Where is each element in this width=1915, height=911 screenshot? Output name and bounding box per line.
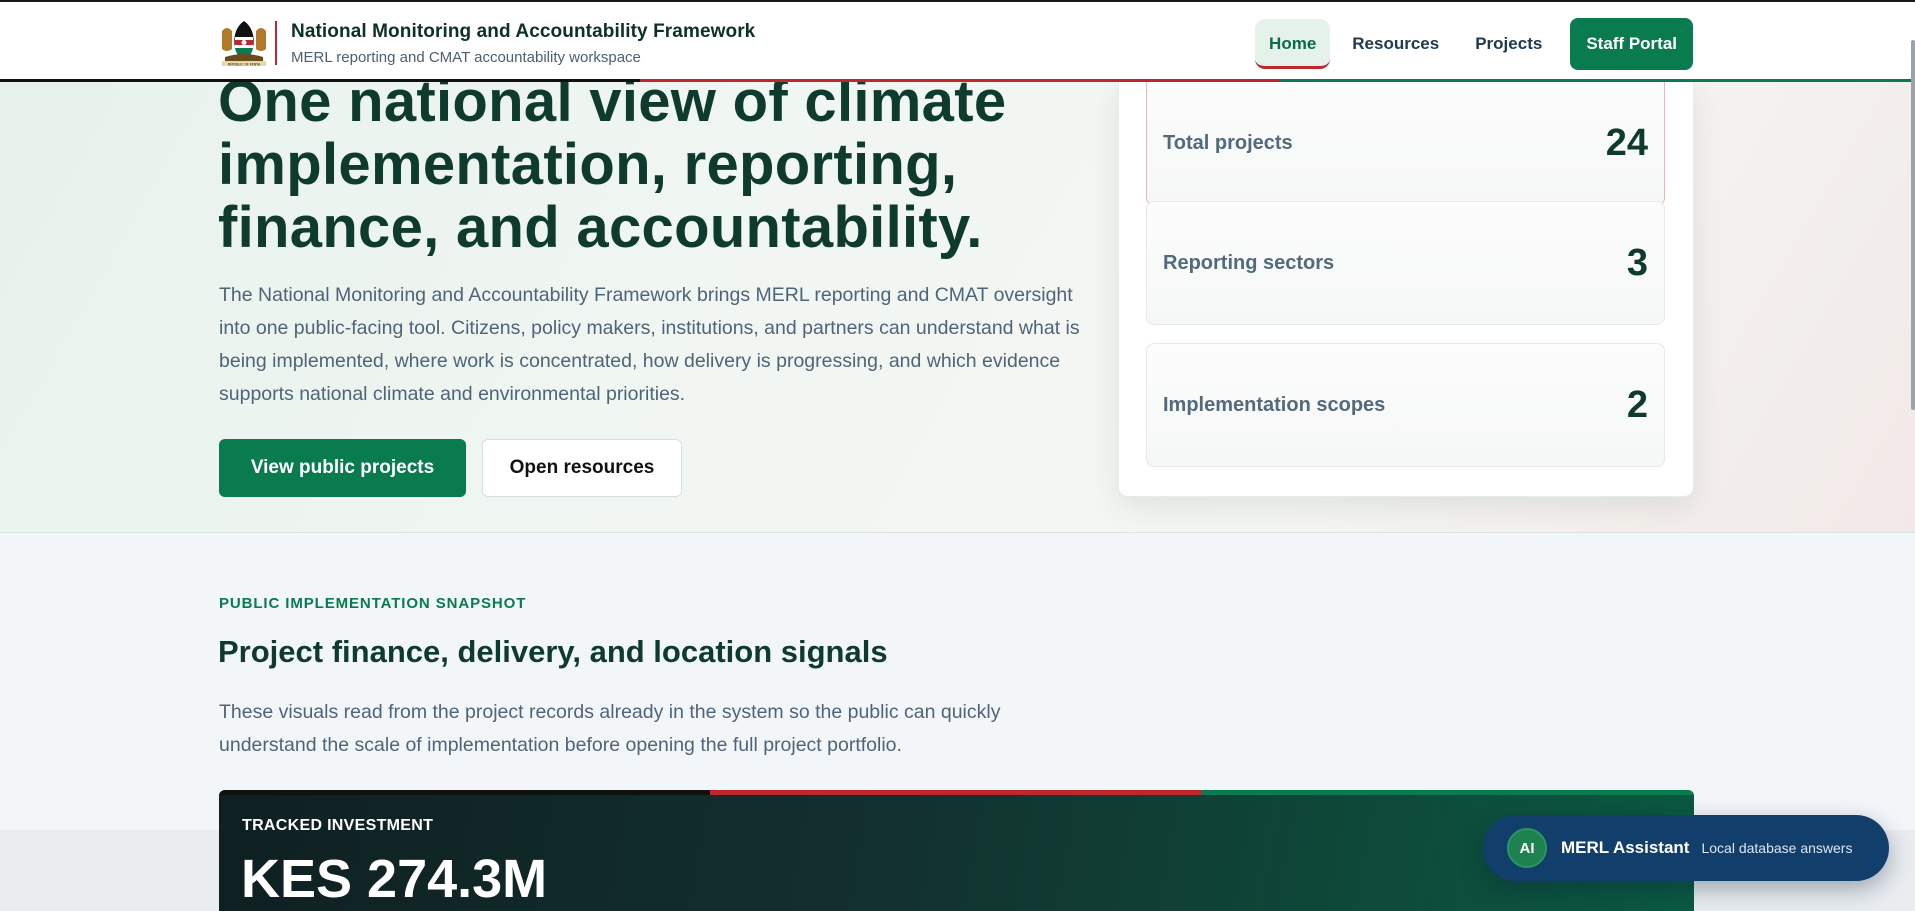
card-flag-stripe bbox=[219, 790, 1694, 795]
open-resources-button[interactable]: Open resources bbox=[482, 439, 682, 497]
svg-text:REPUBLIC OF KENYA: REPUBLIC OF KENYA bbox=[228, 62, 261, 66]
kenya-coat-of-arms-icon: REPUBLIC OF KENYA bbox=[219, 17, 269, 69]
nav-projects[interactable]: Projects bbox=[1461, 19, 1556, 69]
nav-resources[interactable]: Resources bbox=[1338, 19, 1453, 69]
site-subtitle: MERL reporting and CMAT accountability w… bbox=[291, 48, 641, 66]
assistant-avatar: AI bbox=[1507, 828, 1547, 868]
hero-title: One national view of climate implementat… bbox=[218, 69, 1007, 260]
stat-value: 3 bbox=[1626, 241, 1648, 284]
tracked-investment-card: TRACKED INVESTMENT KES 274.3M bbox=[219, 790, 1694, 911]
main-nav: Home Resources Projects Staff Portal bbox=[1255, 18, 1693, 70]
investment-label: TRACKED INVESTMENT bbox=[242, 817, 434, 834]
stat-value: 2 bbox=[1626, 383, 1648, 426]
view-public-projects-button[interactable]: View public projects bbox=[219, 439, 466, 497]
site-title: National Monitoring and Accountability F… bbox=[291, 20, 756, 42]
stat-label: Total projects bbox=[1163, 132, 1293, 154]
stats-panel: Total projects 24 Reporting sectors 3 Im… bbox=[1118, 82, 1694, 497]
stat-label: Reporting sectors bbox=[1163, 251, 1335, 274]
brand-text: National Monitoring and Accountability F… bbox=[291, 21, 755, 66]
snapshot-eyebrow: PUBLIC IMPLEMENTATION SNAPSHOT bbox=[219, 595, 527, 612]
staff-portal-button[interactable]: Staff Portal bbox=[1570, 18, 1693, 70]
merl-assistant-button[interactable]: AI MERL Assistant Local database answers bbox=[1483, 815, 1889, 881]
brand[interactable]: REPUBLIC OF KENYA National Monitoring an… bbox=[219, 17, 755, 69]
page-scrollbar[interactable] bbox=[1911, 40, 1915, 410]
stat-reporting-sectors: Reporting sectors 3 bbox=[1146, 201, 1665, 325]
header-flag-stripe bbox=[0, 79, 1915, 82]
assistant-name: MERL Assistant bbox=[1561, 838, 1690, 857]
stat-total-projects: Total projects 24 bbox=[1146, 82, 1665, 206]
stat-value: 24 bbox=[1605, 122, 1648, 164]
hero-description: The National Monitoring and Accountabili… bbox=[219, 284, 1080, 405]
assistant-subtitle: Local database answers bbox=[1701, 840, 1853, 856]
nav-home[interactable]: Home bbox=[1255, 19, 1331, 69]
snapshot-title: Project finance, delivery, and location … bbox=[218, 634, 888, 669]
stat-label: Implementation scopes bbox=[1163, 393, 1386, 416]
site-header: REPUBLIC OF KENYA National Monitoring an… bbox=[0, 0, 1915, 82]
brand-divider bbox=[275, 21, 277, 65]
investment-value: KES 274.3M bbox=[241, 849, 548, 909]
snapshot-description: These visuals read from the project reco… bbox=[219, 701, 1001, 756]
stat-implementation-scopes: Implementation scopes 2 bbox=[1146, 343, 1665, 467]
